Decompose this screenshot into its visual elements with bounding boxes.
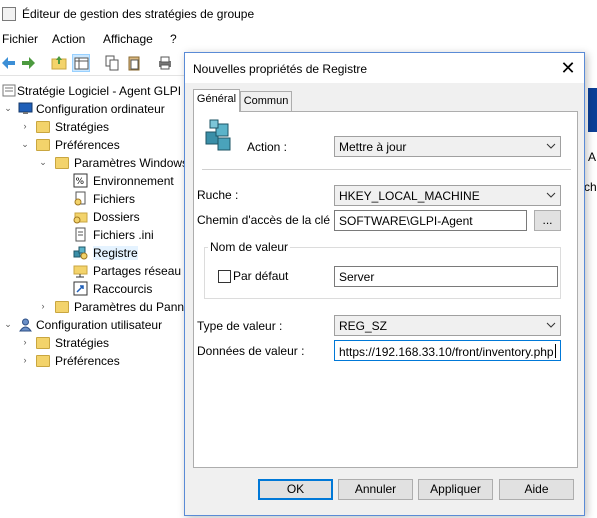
annuler-button[interactable]: Annuler [338,479,413,500]
up-folder-icon[interactable] [50,54,68,72]
chevron-down-icon [546,143,556,149]
menu-affichage[interactable]: Affichage [103,32,153,46]
folder-icon [55,301,69,313]
general-tab-panel: Action : Mettre à jour Ruche : HKEY_LOCA… [193,111,578,468]
ruche-label: Ruche : [197,188,239,202]
folder-icon [36,355,50,367]
tree-item-environnement[interactable]: % Environnement [0,172,190,190]
chevron-right-icon[interactable]: › [20,121,30,131]
print-icon[interactable] [156,54,174,72]
folder-icon [36,139,50,151]
type-valeur-select[interactable]: REG_SZ [334,315,561,336]
user-config-icon [18,317,33,332]
registry-icon [73,245,88,260]
tree-item-preferences-ordinateur[interactable]: ⌄ Préférences [0,136,190,154]
nom-valeur-legend: Nom de valeur [208,240,291,254]
tree-item-strategies-ordinateur[interactable]: › Stratégies [0,118,190,136]
registry-cubes-icon [202,118,236,152]
par-defaut-checkbox[interactable] [218,270,231,283]
menu-fichier[interactable]: Fichier [2,32,38,46]
tree-item-registre[interactable]: Registre [0,244,190,262]
folder-gear-icon [73,209,88,224]
ruche-select[interactable]: HKEY_LOCAL_MACHINE [334,185,561,206]
right-pane-text: A [588,150,597,164]
network-share-icon [73,263,88,278]
menu-help[interactable]: ? [170,32,177,46]
right-pane-header [588,88,597,132]
action-label: Action : [247,140,288,154]
tree-item-configuration-utilisateur[interactable]: ⌄ Configuration utilisateur [0,316,190,334]
text-caret [554,344,556,358]
tree-item-gpo-root[interactable]: Stratégie Logiciel - Agent GLPI - [0,82,190,100]
show-hide-tree-icon[interactable] [72,54,90,72]
menu-bar: Fichier Action Affichage ? [0,30,597,48]
chevron-down-icon [546,322,556,328]
main-window-titlebar: Éditeur de gestion des stratégies de gro… [0,0,597,28]
chevron-down-icon[interactable]: ⌄ [3,103,13,113]
chemin-input[interactable]: SOFTWARE\GLPI-Agent [334,210,527,231]
main-window-title: Éditeur de gestion des stratégies de gro… [22,7,255,21]
svg-text:%: % [76,177,85,187]
environment-variable-icon: % [73,173,88,188]
tree-item-dossiers[interactable]: Dossiers [0,208,190,226]
type-valeur-label: Type de valeur : [197,319,283,333]
shortcut-icon [73,281,88,296]
folder-icon [36,121,50,133]
tree-item-preferences-utilisateur[interactable]: › Préférences [0,352,190,370]
dialog-title: Nouvelles propriétés de Registre [193,62,368,76]
tree-item-strategies-utilisateur[interactable]: › Stratégies [0,334,190,352]
tree-item-fichiers-ini[interactable]: Fichiers .ini [0,226,190,244]
back-arrow-icon[interactable] [0,54,18,72]
chevron-right-icon[interactable]: › [20,355,30,365]
donnees-valeur-text: https://192.168.33.10/front/inventory.ph… [339,345,554,359]
par-defaut-label: Par défaut [233,269,289,283]
folder-icon [36,337,50,349]
nom-valeur-input[interactable]: Server [334,266,558,287]
tree-item-parametres-panneau[interactable]: › Paramètres du Panne [0,298,191,316]
appliquer-button[interactable]: Appliquer [418,479,493,500]
folder-icon [55,157,69,169]
tree-item-configuration-ordinateur[interactable]: ⌄ Configuration ordinateur [0,100,190,118]
aide-button[interactable]: Aide [499,479,574,500]
gpo-editor-icon [2,7,16,21]
close-icon[interactable]: ✕ [557,57,579,79]
separator [202,169,571,170]
menu-action[interactable]: Action [52,32,85,46]
tree-item-partages-reseau[interactable]: Partages réseau [0,262,190,280]
paste-icon[interactable] [125,54,143,72]
ini-file-icon [73,227,88,242]
console-tree: Stratégie Logiciel - Agent GLPI - ⌄ Conf… [0,80,191,518]
chevron-right-icon[interactable]: › [38,301,48,311]
toolbar [0,50,190,76]
tree-item-parametres-windows[interactable]: ⌄ Paramètres Windows [0,154,190,172]
tree-item-raccourcis[interactable]: Raccourcis [0,280,190,298]
action-select[interactable]: Mettre à jour [334,136,561,157]
tab-commun[interactable]: Commun [240,91,292,111]
file-gear-icon [73,191,88,206]
chemin-label: Chemin d'accès de la clé : [197,213,337,227]
tree-item-fichiers[interactable]: Fichiers [0,190,190,208]
chevron-right-icon[interactable]: › [20,337,30,347]
donnees-valeur-input[interactable]: https://192.168.33.10/front/inventory.ph… [334,340,561,361]
chevron-down-icon[interactable]: ⌄ [38,157,48,167]
tab-general[interactable]: Général [193,89,240,112]
chevron-down-icon[interactable]: ⌄ [3,319,13,329]
right-pane-text: che [584,180,597,194]
gpo-policy-icon [2,83,17,98]
computer-config-icon [18,101,33,116]
browse-button[interactable]: ... [534,210,561,231]
copy-icon[interactable] [103,54,121,72]
donnees-valeur-label: Données de valeur : [197,344,305,358]
ok-button[interactable]: OK [258,479,333,500]
chevron-down-icon [546,192,556,198]
chevron-down-icon[interactable]: ⌄ [20,139,30,149]
dialog-titlebar: Nouvelles propriétés de Registre ✕ [185,53,584,83]
forward-arrow-icon[interactable] [19,54,37,72]
registry-properties-dialog: Nouvelles propriétés de Registre ✕ Génér… [184,52,585,516]
